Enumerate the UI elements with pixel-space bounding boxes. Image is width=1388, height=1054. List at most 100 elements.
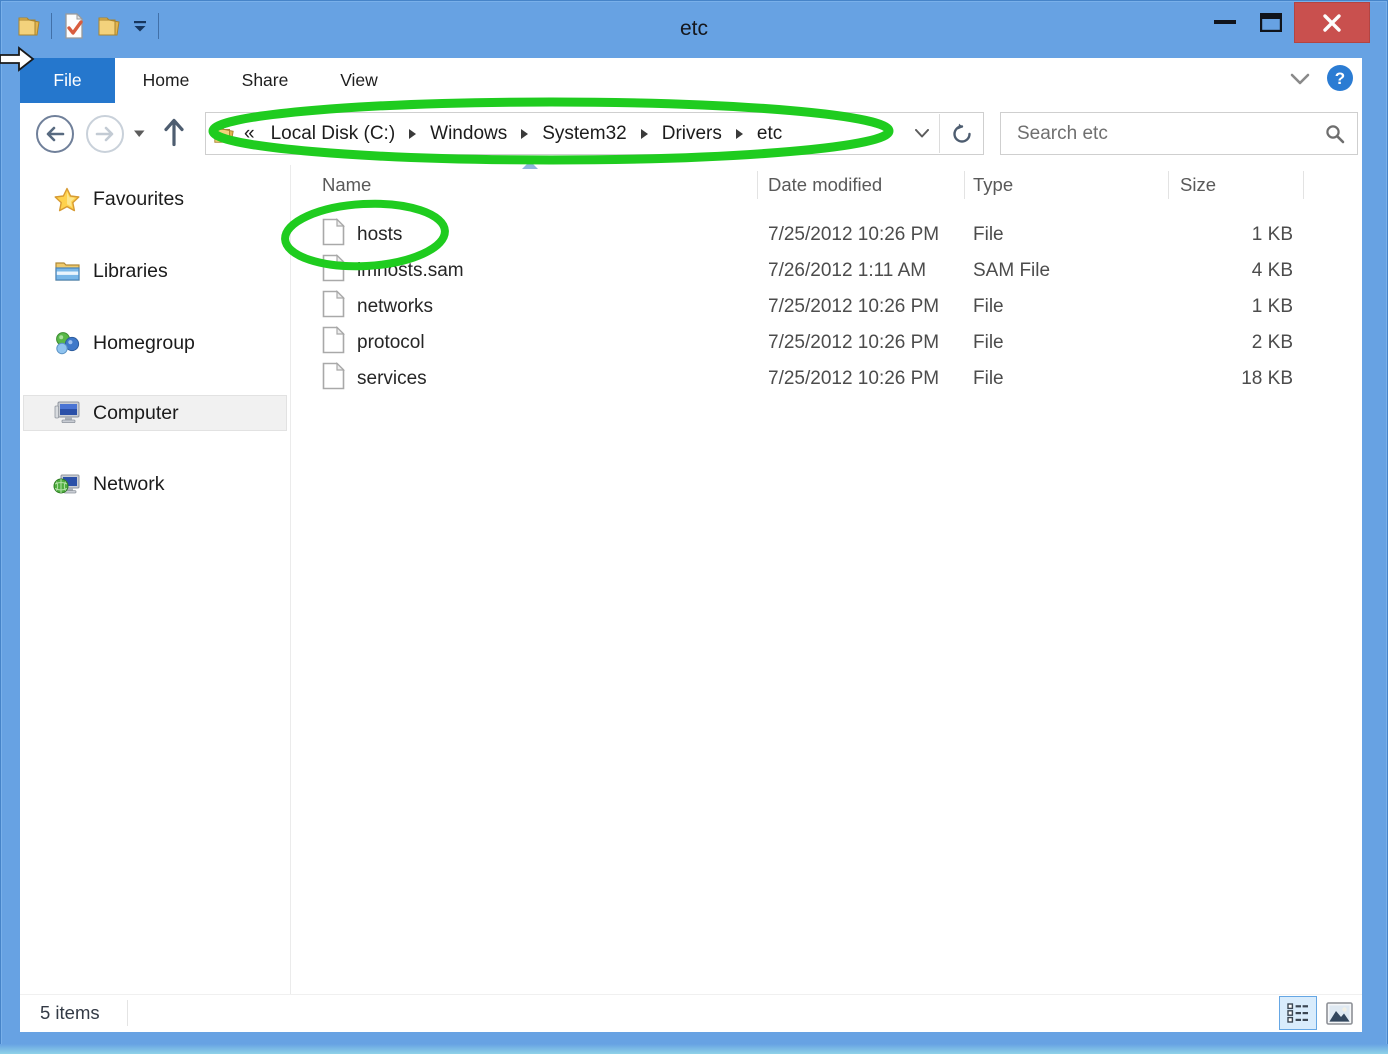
breadcrumb-segment-system32[interactable]: System32 bbox=[539, 121, 629, 147]
file-size: 4 KB bbox=[1168, 260, 1293, 282]
column-divider[interactable] bbox=[757, 171, 758, 199]
sidebar-item-network[interactable]: Network bbox=[23, 466, 287, 502]
file-icon bbox=[322, 326, 345, 360]
breadcrumb-segment-etc[interactable]: etc bbox=[754, 121, 785, 147]
close-button[interactable] bbox=[1294, 2, 1370, 43]
tab-view[interactable]: View bbox=[317, 58, 401, 103]
status-separator bbox=[127, 1000, 128, 1026]
sidebar-item-label: Homegroup bbox=[93, 332, 195, 355]
breadcrumb-segment-local-disk[interactable]: Local Disk (C:) bbox=[268, 121, 399, 147]
tab-share-label: Share bbox=[242, 70, 289, 91]
file-row-lmhosts[interactable]: lmhosts.sam 7/26/2012 1:11 AM SAM File 4… bbox=[291, 253, 1362, 289]
column-divider[interactable] bbox=[1303, 171, 1304, 199]
search-box bbox=[1000, 112, 1358, 155]
file-row-networks[interactable]: networks 7/25/2012 10:26 PM File 1 KB bbox=[291, 289, 1362, 325]
sort-ascending-icon bbox=[522, 161, 538, 169]
folder-icon bbox=[213, 124, 235, 144]
maximize-button[interactable] bbox=[1248, 0, 1294, 44]
column-header-type[interactable]: Type bbox=[973, 174, 1013, 196]
column-header-size[interactable]: Size bbox=[1180, 174, 1216, 196]
navigation-bar: « Local Disk (C:) Windows System32 Drive… bbox=[20, 103, 1362, 165]
large-icons-view-button[interactable] bbox=[1324, 998, 1354, 1028]
column-header-name[interactable]: Name bbox=[322, 174, 371, 196]
file-date: 7/25/2012 10:26 PM bbox=[768, 296, 939, 318]
chevron-down-icon bbox=[915, 129, 929, 138]
homegroup-icon bbox=[53, 330, 81, 356]
ribbon-tab-bar: File Home Share View ? bbox=[20, 58, 1362, 104]
sidebar-item-label: Computer bbox=[93, 402, 179, 425]
file-icon bbox=[322, 218, 345, 252]
details-view-button[interactable] bbox=[1279, 996, 1317, 1030]
search-input[interactable] bbox=[1001, 123, 1313, 145]
forward-arrow-icon bbox=[95, 126, 115, 142]
file-row-services[interactable]: services 7/25/2012 10:26 PM File 18 KB bbox=[291, 361, 1362, 397]
file-size: 18 KB bbox=[1168, 368, 1293, 390]
file-date: 7/25/2012 10:26 PM bbox=[768, 368, 939, 390]
back-arrow-icon bbox=[45, 126, 65, 142]
tab-view-label: View bbox=[340, 70, 378, 91]
breadcrumb-segment-windows[interactable]: Windows bbox=[427, 121, 510, 147]
close-icon bbox=[1322, 13, 1342, 33]
file-name: lmhosts.sam bbox=[357, 260, 464, 282]
breadcrumb-collapsed[interactable]: « bbox=[241, 121, 258, 147]
forward-button[interactable] bbox=[86, 115, 124, 153]
computer-icon bbox=[53, 400, 81, 426]
breadcrumb-separator-icon[interactable] bbox=[736, 129, 743, 139]
back-button[interactable] bbox=[36, 115, 74, 153]
file-size: 2 KB bbox=[1168, 332, 1293, 354]
items-count: 5 items bbox=[40, 1002, 100, 1024]
search-button[interactable] bbox=[1313, 124, 1357, 144]
file-date: 7/26/2012 1:11 AM bbox=[768, 260, 926, 282]
file-name: hosts bbox=[357, 224, 402, 246]
file-row-protocol[interactable]: protocol 7/25/2012 10:26 PM File 2 KB bbox=[291, 325, 1362, 361]
refresh-button[interactable] bbox=[939, 114, 983, 153]
sidebar-item-label: Libraries bbox=[93, 260, 168, 283]
up-button[interactable] bbox=[162, 117, 186, 152]
file-icon bbox=[322, 254, 345, 288]
recent-locations-button[interactable] bbox=[133, 125, 146, 143]
breadcrumb-separator-icon[interactable] bbox=[521, 129, 528, 139]
network-icon bbox=[53, 471, 81, 497]
svg-text:?: ? bbox=[1335, 69, 1345, 88]
file-name: services bbox=[357, 368, 427, 390]
file-icon bbox=[322, 362, 345, 396]
help-icon: ? bbox=[1326, 64, 1354, 92]
libraries-icon bbox=[53, 258, 81, 284]
sidebar-item-computer[interactable]: Computer bbox=[23, 395, 287, 431]
column-divider[interactable] bbox=[964, 171, 965, 199]
file-date: 7/25/2012 10:26 PM bbox=[768, 332, 939, 354]
sidebar-item-libraries[interactable]: Libraries bbox=[23, 253, 287, 289]
file-icon bbox=[322, 290, 345, 324]
breadcrumb-separator-icon[interactable] bbox=[641, 129, 648, 139]
main-area: Favourites Libraries bbox=[20, 165, 1362, 995]
maximize-icon bbox=[1260, 13, 1282, 32]
sidebar-item-homegroup[interactable]: Homegroup bbox=[23, 325, 287, 361]
sidebar-item-label: Network bbox=[93, 473, 165, 496]
tab-share[interactable]: Share bbox=[220, 58, 310, 103]
tab-file[interactable]: File bbox=[20, 58, 115, 103]
tab-home[interactable]: Home bbox=[123, 58, 209, 103]
sidebar-item-label: Favourites bbox=[93, 188, 184, 211]
breadcrumb-segment-drivers[interactable]: Drivers bbox=[659, 121, 725, 147]
file-date: 7/25/2012 10:26 PM bbox=[768, 224, 939, 246]
column-divider[interactable] bbox=[1168, 171, 1169, 199]
file-size: 1 KB bbox=[1168, 224, 1293, 246]
file-type: SAM File bbox=[973, 260, 1050, 282]
file-name: networks bbox=[357, 296, 433, 318]
file-type: File bbox=[973, 332, 1004, 354]
breadcrumb-separator-icon[interactable] bbox=[409, 129, 416, 139]
sidebar-item-favourites[interactable]: Favourites bbox=[23, 181, 287, 217]
minimize-ribbon-button[interactable] bbox=[1290, 72, 1310, 90]
column-header-date-modified[interactable]: Date modified bbox=[768, 174, 882, 196]
large-icons-view-icon bbox=[1326, 1002, 1353, 1025]
star-icon bbox=[53, 186, 81, 212]
minimize-button[interactable] bbox=[1202, 0, 1248, 44]
window-title: etc bbox=[0, 0, 1388, 58]
file-name: protocol bbox=[357, 332, 425, 354]
window-controls bbox=[1202, 0, 1388, 48]
help-button[interactable]: ? bbox=[1326, 64, 1354, 97]
file-row-hosts[interactable]: hosts 7/25/2012 10:26 PM File 1 KB bbox=[291, 217, 1362, 253]
address-bar[interactable]: « Local Disk (C:) Windows System32 Drive… bbox=[205, 112, 984, 155]
file-type: File bbox=[973, 296, 1004, 318]
address-dropdown-button[interactable] bbox=[905, 114, 939, 153]
